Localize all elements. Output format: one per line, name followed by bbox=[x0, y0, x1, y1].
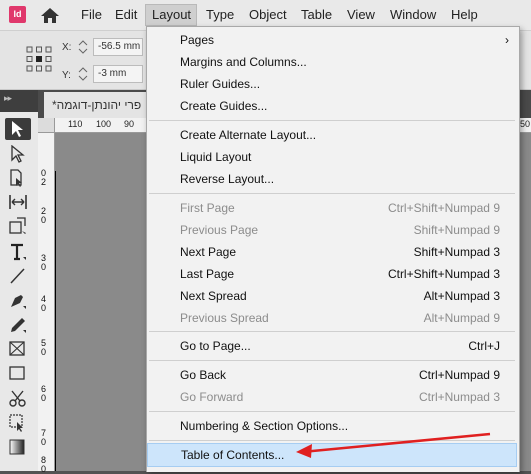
pen-tool[interactable] bbox=[5, 290, 31, 312]
tools-panel bbox=[0, 112, 39, 471]
ruler-label: 60 bbox=[41, 384, 47, 403]
pencil-tool-icon bbox=[11, 318, 26, 333]
menu-item-go-to-page[interactable]: Go to Page... Ctrl+J bbox=[147, 335, 517, 357]
scissors-tool[interactable] bbox=[5, 388, 31, 410]
menu-item-create-alternate-layout[interactable]: Create Alternate Layout... bbox=[147, 124, 517, 146]
pen-tool-icon bbox=[11, 295, 26, 309]
line-tool[interactable] bbox=[5, 265, 31, 287]
scissors-icon bbox=[9, 390, 26, 407]
menu-type[interactable]: Type bbox=[206, 7, 234, 22]
rectangle-tool[interactable] bbox=[5, 362, 31, 384]
menu-object[interactable]: Object bbox=[249, 7, 287, 22]
gradient-tool[interactable] bbox=[5, 436, 31, 458]
ruler-label: 90 bbox=[124, 119, 135, 129]
menu-separator bbox=[149, 440, 515, 441]
menu-item-ruler-guides[interactable]: Ruler Guides... bbox=[147, 73, 517, 95]
menu-window[interactable]: Window bbox=[390, 7, 436, 22]
menu-item-next-page[interactable]: Next Page Shift+Numpad 3 bbox=[147, 241, 517, 263]
gap-tool[interactable] bbox=[5, 191, 31, 213]
page-tool[interactable] bbox=[5, 167, 31, 189]
collapse-icon[interactable]: ▸▸ bbox=[4, 93, 12, 104]
menu-item-previous-page[interactable]: Previous Page Shift+Numpad 9 bbox=[147, 219, 517, 241]
menu-separator bbox=[149, 120, 515, 121]
menu-item-first-page[interactable]: First Page Ctrl+Shift+Numpad 9 bbox=[147, 197, 517, 219]
menu-item-previous-spread[interactable]: Previous Spread Alt+Numpad 9 bbox=[147, 307, 517, 329]
y-stepper-icon[interactable] bbox=[78, 65, 88, 83]
ruler-corner[interactable] bbox=[38, 118, 55, 133]
selection-tool[interactable] bbox=[5, 118, 31, 140]
y-label: Y: bbox=[62, 70, 71, 81]
line-tool-icon bbox=[10, 268, 25, 284]
ruler-label: 100 bbox=[96, 119, 112, 129]
vertical-ruler: 02 20 30 40 50 60 70 80 bbox=[38, 133, 55, 474]
menu-file[interactable]: File bbox=[81, 7, 102, 22]
ruler-label: 50 bbox=[520, 119, 531, 129]
menu-item-reverse-layout[interactable]: Reverse Layout... bbox=[147, 168, 517, 190]
menu-item-last-page[interactable]: Last Page Ctrl+Shift+Numpad 3 bbox=[147, 263, 517, 285]
direct-selection-tool[interactable] bbox=[5, 143, 31, 165]
menu-item-margins-columns[interactable]: Margins and Columns... bbox=[147, 51, 517, 73]
ruler-label: 110 bbox=[68, 119, 83, 129]
content-collector-tool[interactable] bbox=[5, 215, 31, 237]
rectangle-frame-icon bbox=[9, 341, 25, 356]
layout-menu-dropdown: Pages › Margins and Columns... Ruler Gui… bbox=[146, 26, 520, 472]
menu-layout[interactable]: Layout bbox=[152, 7, 191, 22]
rectangle-icon bbox=[9, 366, 25, 380]
selection-arrow-icon bbox=[12, 121, 23, 137]
direct-selection-icon bbox=[11, 145, 25, 163]
tools-panel-header: ▸▸ bbox=[0, 90, 38, 112]
type-tool[interactable] bbox=[5, 241, 31, 263]
ruler-label: 40 bbox=[41, 294, 47, 313]
ruler-label: 02 bbox=[41, 168, 47, 187]
reference-point-icon[interactable] bbox=[25, 45, 53, 73]
menu-item-pages[interactable]: Pages › bbox=[147, 29, 517, 51]
submenu-arrow-icon: › bbox=[505, 33, 509, 47]
menu-separator bbox=[149, 193, 515, 194]
menu-separator bbox=[149, 331, 515, 332]
menu-item-go-back[interactable]: Go Back Ctrl+Numpad 9 bbox=[147, 364, 517, 386]
free-transform-tool[interactable] bbox=[5, 412, 31, 434]
x-label: X: bbox=[62, 42, 72, 53]
menu-item-create-guides[interactable]: Create Guides... bbox=[147, 95, 517, 117]
menu-item-liquid-layout[interactable]: Liquid Layout bbox=[147, 146, 517, 168]
ruler-label: 80 bbox=[41, 455, 47, 474]
menu-view[interactable]: View bbox=[347, 7, 375, 22]
menu-item-next-spread[interactable]: Next Spread Alt+Numpad 3 bbox=[147, 285, 517, 307]
menu-item-go-forward[interactable]: Go Forward Ctrl+Numpad 3 bbox=[147, 386, 517, 408]
menu-item-numbering-section-options[interactable]: Numbering & Section Options... bbox=[147, 415, 517, 437]
app-logo: Id bbox=[9, 6, 26, 23]
ruler-label: 30 bbox=[41, 253, 47, 272]
x-stepper-icon[interactable] bbox=[78, 38, 88, 56]
gradient-icon bbox=[9, 439, 25, 455]
y-field[interactable]: -3 mm bbox=[93, 65, 143, 83]
gap-tool-icon bbox=[9, 195, 27, 209]
menu-help[interactable]: Help bbox=[451, 7, 478, 22]
ruler-label: 50 bbox=[41, 338, 47, 357]
menu-separator bbox=[149, 360, 515, 361]
x-field[interactable]: -56.5 mm bbox=[93, 38, 143, 56]
type-tool-icon bbox=[11, 243, 26, 261]
rectangle-frame-tool[interactable] bbox=[5, 338, 31, 360]
page-tool-icon bbox=[10, 169, 22, 187]
document-tab-title: פרי יהונתן-דוגמה* bbox=[52, 98, 142, 112]
menu-table[interactable]: Table bbox=[301, 7, 332, 22]
ruler-label: 70 bbox=[41, 428, 47, 447]
pencil-tool[interactable] bbox=[5, 314, 31, 336]
page-edge bbox=[55, 171, 56, 471]
menu-item-table-of-contents[interactable]: Table of Contents... bbox=[147, 443, 517, 467]
home-icon[interactable] bbox=[40, 7, 60, 24]
free-transform-icon bbox=[9, 414, 23, 432]
menu-edit[interactable]: Edit bbox=[115, 7, 137, 22]
content-collector-icon bbox=[9, 217, 26, 234]
ruler-label: 20 bbox=[41, 206, 47, 225]
menu-separator bbox=[149, 411, 515, 412]
